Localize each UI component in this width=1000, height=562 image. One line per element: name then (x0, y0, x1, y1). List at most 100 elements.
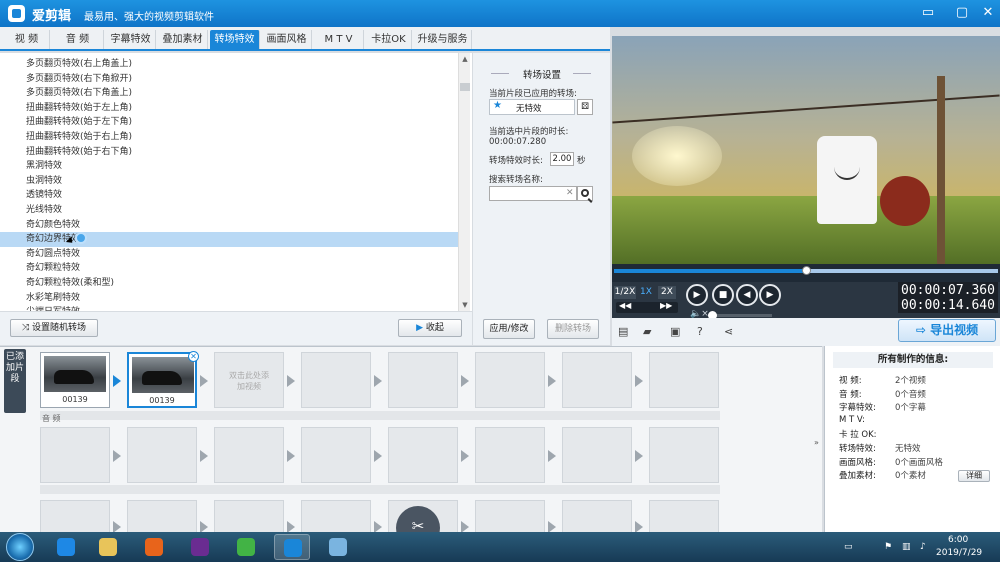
next-frame-icon[interactable]: ▶▶ (660, 301, 672, 310)
start-button[interactable] (6, 533, 34, 561)
scroll-up-icon[interactable]: ▲ (459, 53, 471, 65)
taskbar-aijianji[interactable] (274, 534, 310, 560)
clock-time[interactable]: 6:00 (948, 535, 968, 545)
transition-item[interactable]: 扭曲翻转特效(始于右上角) (0, 130, 458, 145)
close-button[interactable]: ✕ (978, 4, 998, 22)
play-button[interactable]: ▶ (686, 284, 708, 306)
volume-slider[interactable] (712, 314, 772, 317)
audio-slot[interactable] (562, 427, 632, 483)
stop-button[interactable]: ■ (712, 284, 734, 306)
transition-item[interactable]: 多页翻页特效(右上角盖上) (0, 57, 458, 72)
tab-transition[interactable]: 转场特效 (210, 30, 260, 49)
progress-knob[interactable] (802, 266, 811, 275)
next-button[interactable]: ▶ (759, 284, 781, 306)
tab-upgrade[interactable]: 升级与服务 (414, 30, 472, 49)
tab-style[interactable]: 画面风格 (262, 30, 312, 49)
transition-item[interactable]: 奇幻圆点特效 (0, 247, 458, 262)
transition-item[interactable]: 多页翻页特效(右下角掀开) (0, 72, 458, 87)
empty-clip-slot[interactable] (475, 352, 545, 408)
clear-icon[interactable]: ✕ (566, 188, 574, 198)
save-icon[interactable]: ▣ (670, 326, 683, 338)
audio-slot[interactable] (214, 427, 284, 483)
prev-button[interactable]: ◀ (736, 284, 758, 306)
export-icon: ⇨ (915, 323, 931, 337)
list-scrollbar[interactable]: ▲ ▼ (458, 53, 470, 311)
audio-slot[interactable] (475, 427, 545, 483)
collapse-button[interactable]: ▶ 收起 (398, 319, 462, 337)
transition-item[interactable]: 虫洞特效 (0, 174, 458, 189)
add-video-hint[interactable]: 双击此处添加视频 (226, 370, 272, 392)
empty-clip-slot[interactable] (301, 352, 371, 408)
taskbar-viewer-app[interactable] (320, 534, 356, 560)
audio-slot[interactable] (649, 427, 719, 483)
tab-video[interactable]: 视 频 (4, 30, 50, 49)
scroll-down-icon[interactable]: ▼ (459, 299, 471, 311)
search-button[interactable] (577, 186, 593, 201)
transition-item[interactable]: 多页翻页特效(右下角盖上) (0, 86, 458, 101)
taskbar-refresh-app[interactable] (228, 534, 264, 560)
prev-frame-icon[interactable]: ◀◀ (619, 301, 631, 310)
tab-audio[interactable]: 音 频 (52, 30, 104, 49)
video-clip[interactable]: 00139 (127, 352, 197, 408)
tray-network-icon[interactable]: ▥ (902, 542, 911, 552)
speed-1x-button[interactable]: 1X (638, 286, 654, 299)
playback-progress[interactable] (612, 264, 1000, 282)
tab-mtv[interactable]: M T V (314, 30, 364, 49)
tray-keyboard-icon[interactable]: ▭ (844, 542, 853, 552)
transition-item[interactable]: 奇幻颗粒特效 (0, 261, 458, 276)
tab-karaoke[interactable]: 卡拉OK (366, 30, 412, 49)
transition-item[interactable]: 透镜特效 (0, 188, 458, 203)
taskbar-file-explorer[interactable] (90, 534, 126, 560)
tab-overlay[interactable]: 叠加素材 (158, 30, 208, 49)
tray-flag-icon[interactable]: ⚑ (884, 542, 892, 552)
scroll-thumb[interactable] (460, 83, 470, 91)
taskbar-firefox[interactable] (136, 534, 172, 560)
empty-clip-slot[interactable] (562, 352, 632, 408)
new-project-icon[interactable]: ▤ (618, 326, 631, 338)
video-preview[interactable] (612, 36, 1000, 264)
speed-half-button[interactable]: 1/2X (614, 286, 636, 299)
audio-slot[interactable] (40, 427, 110, 483)
speed-2x-button[interactable]: 2X (658, 286, 676, 299)
random-dice-button[interactable]: ⚄ (577, 99, 593, 115)
transition-item[interactable]: 扭曲翻转特效(始于右下角) (0, 145, 458, 160)
transition-item[interactable]: 光线特效 (0, 203, 458, 218)
taskbar-media-player[interactable] (48, 534, 84, 560)
total-time: 00:00:14.640 (901, 298, 995, 313)
open-folder-icon[interactable]: ▰ (643, 326, 656, 338)
audio-slot[interactable] (388, 427, 458, 483)
share-icon[interactable]: ⋖ (724, 326, 737, 338)
firefox-icon (145, 538, 163, 556)
search-input[interactable]: ✕ (489, 186, 577, 201)
random-transition-button[interactable]: ⤨ 设置随机转场 (10, 319, 98, 337)
transition-item[interactable]: 扭曲翻转特效(始于左下角) (0, 115, 458, 130)
remove-clip-icon[interactable]: ✕ (188, 351, 199, 362)
tab-subtitle[interactable]: 字幕特效 (106, 30, 156, 49)
transition-item[interactable]: 水彩笔刷特效 (0, 291, 458, 306)
delete-transition-button[interactable]: 删除转场 (547, 319, 599, 339)
aijianji-icon (284, 539, 302, 557)
transition-item[interactable]: 奇幻颗粒特效(柔和型) (0, 276, 458, 291)
clock-date[interactable]: 2019/7/29 (936, 548, 982, 558)
effect-duration-input[interactable]: 2.00 (550, 152, 574, 166)
transition-item[interactable]: 扭曲翻转特效(始于左上角) (0, 101, 458, 116)
transition-item[interactable]: 奇幻颜色特效 (0, 218, 458, 233)
tray-volume-icon[interactable]: ♪ (920, 542, 926, 552)
export-video-button[interactable]: ⇨ 导出视频 (898, 319, 996, 342)
apply-transition-button[interactable]: 应用/修改 (483, 319, 535, 339)
minimize-button[interactable]: ▭ (918, 4, 938, 22)
restore-button[interactable]: ▢ (952, 4, 972, 22)
detail-button[interactable]: 详细 (958, 470, 990, 482)
info-collapse-icon[interactable]: » (814, 438, 819, 447)
help-icon[interactable]: ? (697, 326, 710, 338)
sequence-arrow-icon (200, 375, 208, 387)
info-value: 2个视频 (895, 376, 926, 386)
progress-track[interactable] (614, 266, 998, 275)
audio-slot[interactable] (301, 427, 371, 483)
empty-clip-slot[interactable] (649, 352, 719, 408)
transition-item[interactable]: 黑洞特效 (0, 159, 458, 174)
empty-clip-slot[interactable] (388, 352, 458, 408)
video-clip[interactable]: 00139 (40, 352, 110, 408)
taskbar-media-app[interactable] (182, 534, 218, 560)
audio-slot[interactable] (127, 427, 197, 483)
